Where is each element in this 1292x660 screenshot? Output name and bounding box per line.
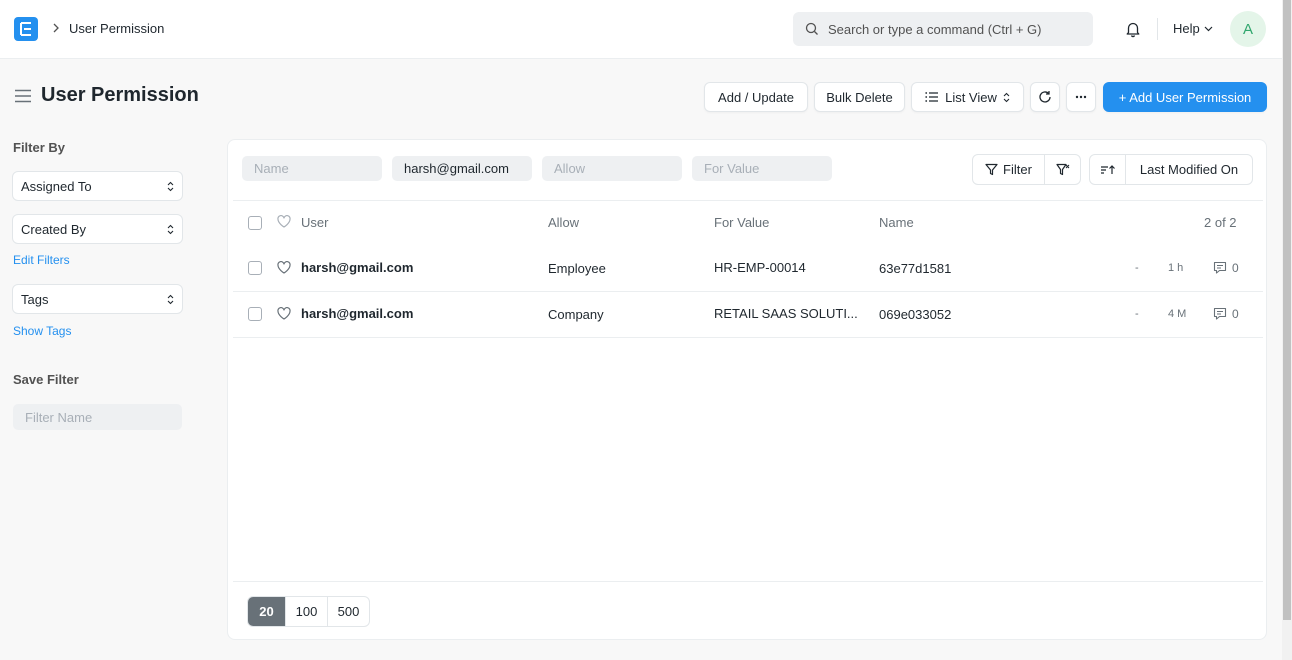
- row-user[interactable]: harsh@gmail.com: [301, 260, 413, 275]
- row-allow: Company: [548, 307, 604, 322]
- column-header-allow: Allow: [548, 215, 580, 230]
- breadcrumb[interactable]: User Permission: [69, 21, 164, 36]
- save-filter-heading: Save Filter: [13, 372, 79, 387]
- divider: [233, 200, 1263, 201]
- row-modified: 1 h: [1168, 262, 1184, 274]
- heart-icon[interactable]: [277, 215, 291, 228]
- row-for-value: HR-EMP-00014: [714, 260, 806, 275]
- sort-field-button[interactable]: Last Modified On: [1125, 154, 1253, 185]
- list-card: Name harsh@gmail.com Allow For Value Fil…: [227, 139, 1267, 640]
- help-label: Help: [1173, 21, 1200, 36]
- created-by-label: Created By: [21, 221, 87, 237]
- row-dash: -: [1135, 308, 1139, 320]
- page-scrollbar[interactable]: [1282, 0, 1292, 660]
- add-update-label: Add / Update: [718, 89, 794, 105]
- add-update-button[interactable]: Add / Update: [704, 82, 808, 112]
- chevron-down-icon: [1204, 26, 1213, 32]
- sort-ascending-icon: [1100, 164, 1115, 176]
- row-checkbox[interactable]: [248, 261, 262, 275]
- assigned-to-label: Assigned To: [21, 178, 92, 194]
- refresh-icon: [1038, 90, 1052, 104]
- footer-divider: [233, 581, 1263, 582]
- page-length-100[interactable]: 100: [285, 597, 327, 626]
- page-title: User Permission: [41, 84, 199, 106]
- row-comment-count: 0: [1232, 307, 1239, 321]
- row-user[interactable]: harsh@gmail.com: [301, 306, 413, 321]
- edit-filters-link[interactable]: Edit Filters: [13, 253, 70, 267]
- bulk-delete-label: Bulk Delete: [826, 89, 893, 105]
- app-logo-icon[interactable]: [14, 17, 38, 41]
- navbar: User Permission Search or type a command…: [0, 0, 1282, 59]
- user-filter-input[interactable]: harsh@gmail.com: [392, 156, 532, 181]
- refresh-button[interactable]: [1030, 82, 1060, 112]
- list-view-label: List View: [945, 89, 997, 105]
- column-header-for-value: For Value: [714, 215, 770, 230]
- filter-button[interactable]: Filter: [972, 154, 1045, 185]
- row-comment-count: 0: [1232, 261, 1239, 275]
- bulk-delete-button[interactable]: Bulk Delete: [814, 82, 905, 112]
- row-modified: 4 M: [1168, 308, 1187, 320]
- list-icon: [925, 91, 939, 103]
- divider: [1157, 18, 1158, 40]
- row-allow: Employee: [548, 261, 606, 276]
- filter-label: Filter: [1003, 162, 1032, 177]
- created-by-select[interactable]: Created By: [12, 214, 183, 244]
- filter-icon: [985, 163, 998, 176]
- select-arrows-icon: [167, 294, 174, 305]
- comment-icon: [1213, 307, 1227, 320]
- row-checkbox[interactable]: [248, 307, 262, 321]
- select-all-checkbox[interactable]: [248, 216, 262, 230]
- assigned-to-select[interactable]: Assigned To: [12, 171, 183, 201]
- row-name: 069e033052: [879, 307, 952, 322]
- column-header-name: Name: [879, 215, 914, 230]
- filter-name-input[interactable]: Filter Name: [13, 404, 182, 430]
- search-placeholder: Search or type a command (Ctrl + G): [828, 21, 1042, 37]
- page-length-500[interactable]: 500: [327, 597, 369, 626]
- search-input[interactable]: Search or type a command (Ctrl + G): [793, 12, 1093, 46]
- tags-select[interactable]: Tags: [12, 284, 183, 314]
- clear-filters-button[interactable]: [1044, 154, 1081, 185]
- help-dropdown[interactable]: Help: [1173, 21, 1213, 36]
- select-arrows-icon: [167, 224, 174, 235]
- column-header-user: User: [301, 215, 329, 230]
- row-divider: [233, 291, 1263, 292]
- chevron-right-icon: [52, 22, 60, 34]
- list-view-button[interactable]: List View: [911, 82, 1024, 112]
- filter-by-heading: Filter By: [13, 140, 66, 155]
- sort-field-label: Last Modified On: [1139, 162, 1239, 177]
- scrollbar-thumb[interactable]: [1283, 0, 1291, 620]
- comment-icon: [1213, 261, 1227, 274]
- select-arrows-icon: [1003, 92, 1010, 103]
- page-length-20[interactable]: 20: [248, 597, 285, 626]
- add-user-permission-button[interactable]: + Add User Permission: [1103, 82, 1267, 112]
- allow-filter-input[interactable]: Allow: [542, 156, 682, 181]
- name-filter-input[interactable]: Name: [242, 156, 382, 181]
- ellipsis-icon: [1075, 95, 1087, 99]
- show-tags-link[interactable]: Show Tags: [13, 324, 71, 338]
- more-options-button[interactable]: [1066, 82, 1096, 112]
- hamburger-menu-icon[interactable]: [14, 89, 32, 103]
- page-length-selector: 20 100 500: [247, 596, 370, 627]
- filter-clear-icon: [1055, 163, 1070, 177]
- search-icon: [805, 22, 819, 36]
- row-divider: [233, 337, 1263, 338]
- tags-label: Tags: [21, 291, 49, 307]
- record-count: 2 of 2: [1204, 215, 1237, 230]
- notification-bell-icon[interactable]: [1124, 20, 1142, 38]
- row-dash: -: [1135, 262, 1139, 274]
- heart-icon[interactable]: [277, 261, 291, 274]
- add-user-permission-label: + Add User Permission: [1118, 89, 1252, 105]
- sort-order-button[interactable]: [1089, 154, 1126, 185]
- select-arrows-icon: [167, 181, 174, 192]
- row-for-value: RETAIL SAAS SOLUTI...: [714, 306, 858, 321]
- heart-icon[interactable]: [277, 307, 291, 320]
- row-name: 63e77d1581: [879, 261, 952, 276]
- avatar[interactable]: A: [1230, 11, 1266, 47]
- for-value-filter-input[interactable]: For Value: [692, 156, 832, 181]
